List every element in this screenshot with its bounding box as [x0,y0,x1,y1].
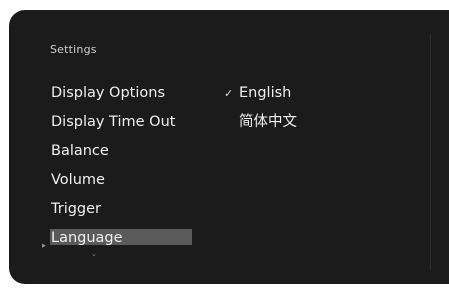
language-options: ✓ English 简体中文 [223,82,297,140]
menu-item-trigger[interactable]: Trigger [42,198,202,227]
menu-item-language[interactable]: ▶ Language [42,227,202,256]
check-icon: ✓ [224,87,234,100]
menu-item-label: Volume [51,172,105,188]
menu-item-display-options[interactable]: Display Options [42,82,202,111]
option-english[interactable]: ✓ English [223,82,297,111]
menu-item-volume[interactable]: Volume [42,169,202,198]
option-simplified-chinese[interactable]: 简体中文 [223,111,297,140]
pointer-icon: ▶ [42,243,46,249]
settings-menu: Display Options Display Time Out Balance… [42,82,202,256]
chevron-down-icon[interactable]: ⌄ [91,250,97,258]
panel-divider [430,34,431,270]
menu-item-display-time-out[interactable]: Display Time Out [42,111,202,140]
menu-item-label: Trigger [51,201,102,217]
menu-item-label: Balance [51,143,109,159]
settings-screen: Settings Display Options Display Time Ou… [9,10,449,284]
screen-title: Settings [50,43,97,56]
option-label: 简体中文 [239,114,297,130]
menu-item-balance[interactable]: Balance [42,140,202,169]
menu-item-label: Language [51,230,123,246]
menu-item-label: Display Time Out [51,114,176,130]
option-label: English [239,85,292,101]
menu-item-label: Display Options [51,85,166,101]
